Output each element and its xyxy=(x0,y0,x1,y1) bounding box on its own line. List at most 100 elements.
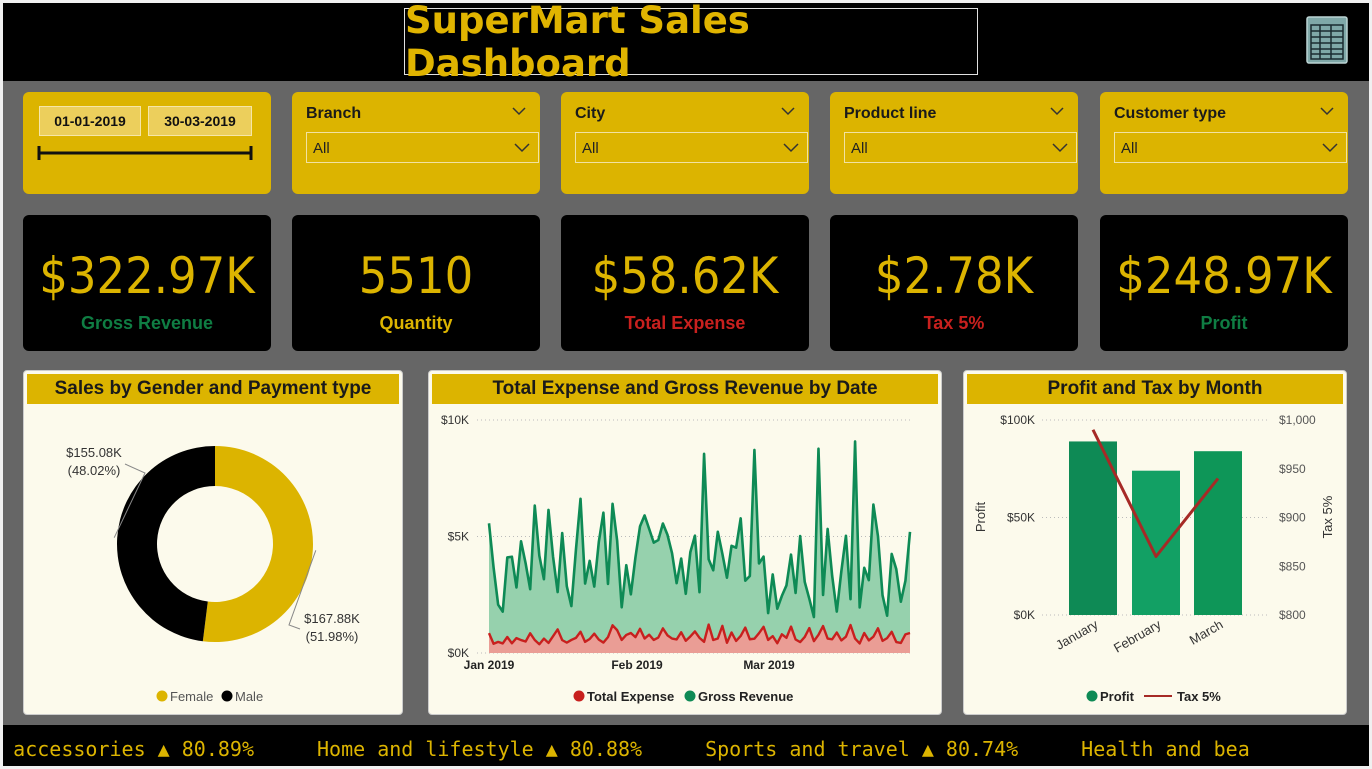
date-range-slider[interactable] xyxy=(36,144,254,162)
legend-label: Female xyxy=(170,689,213,704)
kpi-value: $58.62K xyxy=(591,247,779,305)
donut-chart[interactable]: $167.88K (51.98%) $155.08K (48.02%) Female Ma… xyxy=(24,371,403,715)
panel-title: Sales by Gender and Payment type xyxy=(54,378,372,399)
city-dropdown[interactable]: All xyxy=(575,132,808,163)
y-right-tick-label: $900 xyxy=(1279,511,1306,525)
combo-chart[interactable]: $0K $50K $100K $800 $850 $900 $950 $1,000 Profit… xyxy=(964,371,1347,715)
customer-type-slicer: Customer type All xyxy=(1100,92,1348,194)
profit-bar xyxy=(1194,451,1242,615)
date-range-slicer: 01-01-2019 30-03-2019 xyxy=(23,92,271,194)
legend-marker xyxy=(156,690,168,702)
header-bar: SuperMart Sales Dashboard xyxy=(3,3,1369,85)
x-tick-label: January xyxy=(1053,616,1101,652)
slice-percent-label: (48.02%) xyxy=(68,463,121,478)
x-tick-label: Mar 2019 xyxy=(743,658,795,672)
chevron-down-icon xyxy=(1052,143,1068,153)
x-tick-label: Jan 2019 xyxy=(464,658,515,672)
kpi-label: Gross Revenue xyxy=(80,313,214,333)
customer-type-dropdown-value: All xyxy=(1121,140,1138,157)
chevron-down-icon xyxy=(783,143,799,153)
legend-marker xyxy=(1086,690,1098,702)
dashboard-canvas: SuperMart Sales Dashboard 01-01-2019 30-… xyxy=(0,0,1372,769)
product-line-slicer-label: Product line xyxy=(844,105,937,122)
kpi-value: $2.78K xyxy=(874,247,1034,305)
city-slicer-label: City xyxy=(575,105,606,122)
legend-label: Tax 5% xyxy=(1177,689,1221,704)
y-tick-label: $0K xyxy=(1014,608,1035,622)
legend-label: Total Expense xyxy=(587,689,674,704)
y-tick-label: $100K xyxy=(1000,413,1035,427)
expense-revenue-panel: $0K $5K $10K Jan 2019 Feb 2019 Mar 2019 Total … xyxy=(428,370,942,715)
kpi-profit: $248.97K Profit xyxy=(1100,215,1348,351)
slice-value-label: $167.88K xyxy=(304,611,360,626)
city-slicer: City All xyxy=(561,92,809,194)
ticker-track: nic accessories ▲ 80.89% Home and lifesty… xyxy=(3,737,1313,761)
ticker-item: Sports and travel ▲ 80.74% xyxy=(705,737,1019,761)
y-tick-label: $10K xyxy=(441,413,469,427)
chevron-down-icon[interactable] xyxy=(1050,106,1064,116)
donut-slice-male xyxy=(117,446,215,642)
panel-title: Total Expense and Gross Revenue by Date xyxy=(492,378,878,399)
branch-slicer: Branch All xyxy=(292,92,540,194)
chevron-down-icon xyxy=(514,143,530,153)
kpi-label: Profit xyxy=(1200,313,1248,333)
ticker-item: Home and lifestyle ▲ 80.88% xyxy=(316,737,643,761)
chevron-down-icon[interactable] xyxy=(781,106,795,116)
x-tick-label: Feb 2019 xyxy=(611,658,663,672)
end-date-input[interactable]: 30-03-2019 xyxy=(148,106,252,136)
table-grid-icon[interactable] xyxy=(1306,16,1348,64)
ticker-item: Health and bea xyxy=(1081,737,1250,761)
panel-header: Total Expense and Gross Revenue by Date xyxy=(432,374,938,404)
branch-dropdown-value: All xyxy=(313,140,330,157)
chevron-down-icon[interactable] xyxy=(512,106,526,116)
y-axis-title: Profit xyxy=(973,501,988,532)
area-chart[interactable]: $0K$5K$10KJan 2019 Feb 2019 Mar 2019Total … xyxy=(429,371,942,715)
kpi-label: Total Expense xyxy=(624,313,746,333)
kpi-value: 5510 xyxy=(358,247,474,305)
start-date-input[interactable]: 01-01-2019 xyxy=(39,106,141,136)
ticker-item: nic accessories ▲ 80.89% xyxy=(3,737,254,761)
branch-dropdown[interactable]: All xyxy=(306,132,539,163)
dashboard-title: SuperMart Sales Dashboard xyxy=(405,0,750,85)
panel-header: Profit and Tax by Month xyxy=(967,374,1343,404)
customer-type-slicer-label: Customer type xyxy=(1114,105,1227,122)
kpi-label: Tax 5% xyxy=(923,313,985,333)
panel-header: Sales by Gender and Payment type xyxy=(27,374,399,404)
legend-marker xyxy=(684,690,696,702)
panel-title: Profit and Tax by Month xyxy=(1047,378,1263,399)
profit-bar xyxy=(1132,470,1180,615)
kpi-gross-revenue: $322.97K Gross Revenue xyxy=(23,215,271,351)
y-right-tick-label: $800 xyxy=(1279,608,1306,622)
legend-marker xyxy=(573,690,585,702)
kpi-tax: $2.78K Tax 5% xyxy=(830,215,1078,351)
customer-type-dropdown[interactable]: All xyxy=(1114,132,1347,163)
ticker-bar: nic accessories ▲ 80.89% Home and lifesty… xyxy=(3,725,1369,766)
slice-value-label: $155.08K xyxy=(66,445,122,460)
kpi-value: $322.97K xyxy=(39,247,255,305)
kpi-value: $248.97K xyxy=(1116,247,1332,305)
product-line-dropdown-value: All xyxy=(851,140,868,157)
legend-label: Male xyxy=(235,689,263,704)
y-right-tick-label: $1,000 xyxy=(1279,413,1316,427)
donut-slice-female xyxy=(202,446,313,642)
kpi-quantity: 5510 Quantity xyxy=(292,215,540,351)
x-tick-label: March xyxy=(1187,617,1226,648)
product-line-slicer: Product line All xyxy=(830,92,1078,194)
legend-label: Profit xyxy=(1100,689,1135,704)
legend-label: Gross Revenue xyxy=(698,689,793,704)
profit-bar xyxy=(1069,441,1117,615)
city-dropdown-value: All xyxy=(582,140,599,157)
gender-payment-panel: $167.88K (51.98%) $155.08K (48.02%) Female Ma… xyxy=(23,370,403,715)
y-right-tick-label: $950 xyxy=(1279,462,1306,476)
y-right-tick-label: $850 xyxy=(1279,559,1306,573)
branch-slicer-label: Branch xyxy=(306,105,362,122)
legend-marker xyxy=(221,690,233,702)
product-line-dropdown[interactable]: All xyxy=(844,132,1077,163)
slice-percent-label: (51.98%) xyxy=(306,629,359,644)
y-tick-label: $50K xyxy=(1007,511,1035,525)
profit-tax-panel: $0K $50K $100K $800 $850 $900 $950 $1,000 Profit… xyxy=(963,370,1347,715)
x-tick-label: February xyxy=(1111,616,1164,655)
chevron-down-icon xyxy=(1322,143,1338,153)
chevron-down-icon[interactable] xyxy=(1320,106,1334,116)
kpi-total-expense: $58.62K Total Expense xyxy=(561,215,809,351)
